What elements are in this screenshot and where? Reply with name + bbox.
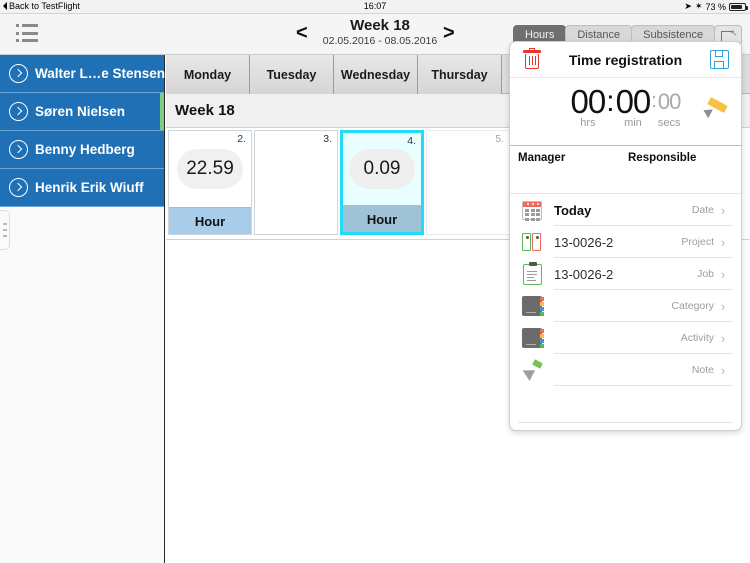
battery-percent: 73 %	[705, 1, 726, 12]
sidebar-item-employee[interactable]: Walter L…e Stensen	[0, 55, 166, 93]
field-label: Category	[671, 300, 714, 312]
sidebar-item-employee[interactable]: Henrik Erik Wiuff	[0, 169, 164, 207]
status-accent-bar	[160, 93, 164, 130]
employee-name: Walter L…e Stensen	[35, 66, 166, 81]
day-number: 5.	[495, 133, 504, 145]
field-row-date[interactable]: Today Date ›	[510, 194, 741, 226]
app-root: Back to TestFlight 16:07 ➤ ✶ 73 % < Week…	[0, 0, 750, 563]
responsible-label: Responsible	[628, 152, 697, 164]
panel-header: Time registration	[510, 42, 741, 78]
day-card[interactable]: 3.	[254, 130, 338, 235]
sidebar-item-employee[interactable]: Benny Hedberg	[0, 131, 164, 169]
location-icon: ➤	[684, 1, 692, 11]
floppy-save-icon[interactable]	[710, 50, 729, 69]
timer-minutes-group: 00 min	[615, 83, 652, 129]
timer-seconds-label: secs	[657, 117, 681, 129]
calendar-icon	[510, 200, 554, 221]
day-number: 4.	[407, 135, 416, 147]
card-body	[255, 131, 337, 234]
day-number: 2.	[237, 133, 246, 145]
chevron-circle-icon	[9, 178, 28, 197]
sidebar-drag-handle[interactable]	[0, 210, 10, 250]
job-icon	[510, 261, 554, 285]
field-row-project[interactable]: 13-0026-2 Project ›	[510, 226, 741, 258]
field-value: Today	[554, 202, 592, 218]
card-unit-label: Hour	[169, 207, 251, 234]
hour-value: 22.59	[177, 149, 243, 189]
chevron-right-icon: ›	[721, 266, 726, 282]
row-divider	[554, 385, 733, 386]
chevron-circle-icon	[9, 64, 28, 83]
status-indicators: ➤ ✶ 73 %	[684, 1, 748, 12]
field-row-activity[interactable]: Activity ›	[510, 322, 741, 354]
hour-value: 0.09	[349, 149, 415, 189]
timer-display[interactable]: 00 hrs : 00 min : 00 secs	[510, 78, 741, 146]
field-label: Note	[691, 364, 714, 376]
chevron-circle-icon	[9, 140, 28, 159]
field-value: 13-0026-2	[554, 234, 614, 250]
battery-icon	[729, 2, 748, 11]
field-row-list: Today Date › 13-0026-2 Project › 13-0026-2 Job ›…	[510, 194, 741, 386]
timer-seconds: 00	[657, 89, 681, 114]
employee-sidebar: Walter L…e Stensen Søren Nielsen Benny Hed…	[0, 55, 165, 563]
pencil-icon[interactable]	[701, 97, 729, 119]
timer-colon-1: :	[606, 85, 615, 118]
field-row-category[interactable]: Category ›	[510, 290, 741, 322]
trash-icon[interactable]	[523, 48, 541, 70]
day-card[interactable]: 2. 22.59 Hour	[168, 130, 252, 235]
chevron-right-icon: ›	[721, 234, 726, 250]
timer-hours: 00	[570, 83, 607, 120]
sidebar-item-employee[interactable]: Søren Nielsen	[0, 93, 164, 131]
field-value: 13-0026-2	[554, 266, 614, 282]
chevron-right-icon: ›	[721, 362, 726, 378]
day-header-wednesday[interactable]: Wednesday	[334, 55, 418, 94]
panel-title: Time registration	[568, 51, 683, 68]
employee-list: Walter L…e Stensen Søren Nielsen Benny Hed…	[0, 55, 166, 207]
timer-seconds-group: 00 secs	[657, 84, 682, 129]
field-label: Project	[681, 236, 714, 248]
chevron-right-icon: ›	[721, 330, 726, 346]
timer-minutes: 00	[615, 83, 652, 120]
card-body	[427, 131, 509, 234]
field-row-note[interactable]: Note ›	[510, 354, 741, 386]
manager-label: Manager	[518, 152, 566, 164]
field-row-job[interactable]: 13-0026-2 Job ›	[510, 258, 741, 290]
day-card[interactable]: 4. 0.09 Hour	[340, 130, 424, 235]
field-label: Activity	[680, 332, 714, 344]
day-header-tuesday[interactable]: Tuesday	[250, 55, 334, 94]
assignment-header-row: Manager Responsible	[510, 146, 741, 194]
employee-name: Henrik Erik Wiuff	[35, 180, 144, 195]
chevron-right-icon: ›	[721, 298, 726, 314]
time-registration-panel: Time registration 00 hrs : 00 min : 00 s…	[509, 41, 742, 431]
panel-footer-divider	[518, 422, 733, 423]
chevron-circle-icon	[9, 102, 28, 121]
projects-icon	[510, 232, 554, 252]
timer-colon-2: :	[651, 90, 657, 112]
notebook-icon	[510, 328, 554, 348]
status-clock: 16:07	[363, 1, 387, 11]
field-label: Date	[691, 204, 714, 216]
pen-nib-icon	[510, 359, 554, 381]
field-label: Job	[697, 268, 714, 280]
employee-name: Søren Nielsen	[35, 104, 126, 119]
timer-hours-group: 00 hrs	[570, 83, 607, 129]
card-unit-label: Hour	[343, 205, 421, 232]
list-icon[interactable]	[16, 24, 38, 42]
day-card[interactable]: 5.	[426, 130, 510, 235]
day-number: 3.	[323, 133, 332, 145]
day-header-monday[interactable]: Monday	[166, 55, 250, 94]
ios-status-bar: Back to TestFlight 16:07 ➤ ✶ 73 %	[0, 0, 750, 14]
next-week-button[interactable]: >	[443, 23, 455, 43]
day-header-thursday[interactable]: Thursday	[418, 55, 502, 94]
bluetooth-icon: ✶	[694, 1, 703, 11]
employee-name: Benny Hedberg	[35, 142, 135, 157]
notebook-icon	[510, 296, 554, 316]
chevron-right-icon: ›	[721, 202, 726, 218]
